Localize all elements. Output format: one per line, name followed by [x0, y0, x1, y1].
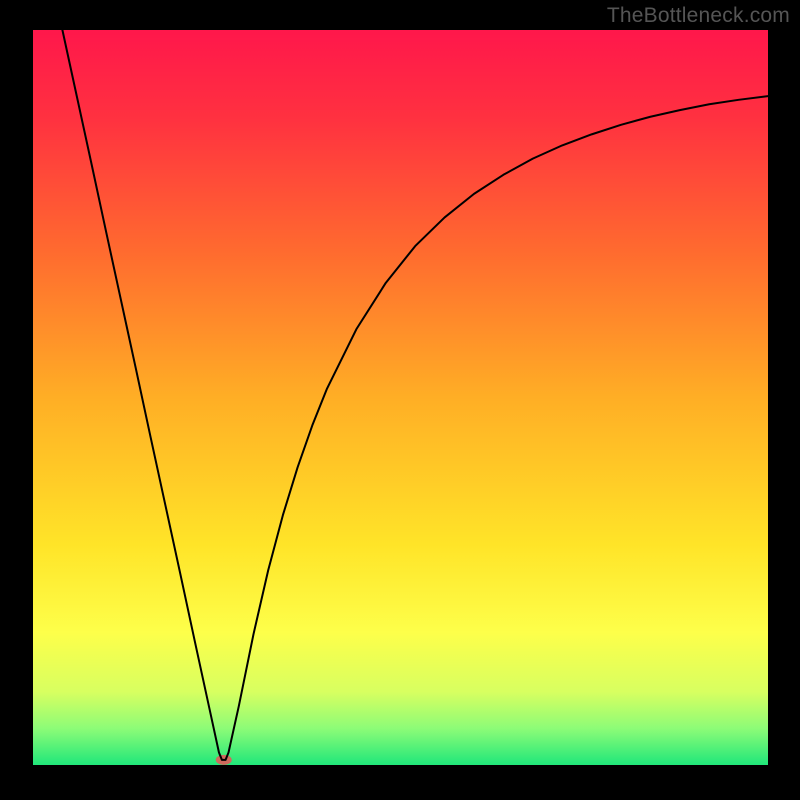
watermark-text: TheBottleneck.com — [607, 4, 790, 28]
chart-container: TheBottleneck.com — [0, 0, 800, 800]
plot-background — [33, 30, 768, 765]
bottleneck-chart — [0, 0, 800, 800]
